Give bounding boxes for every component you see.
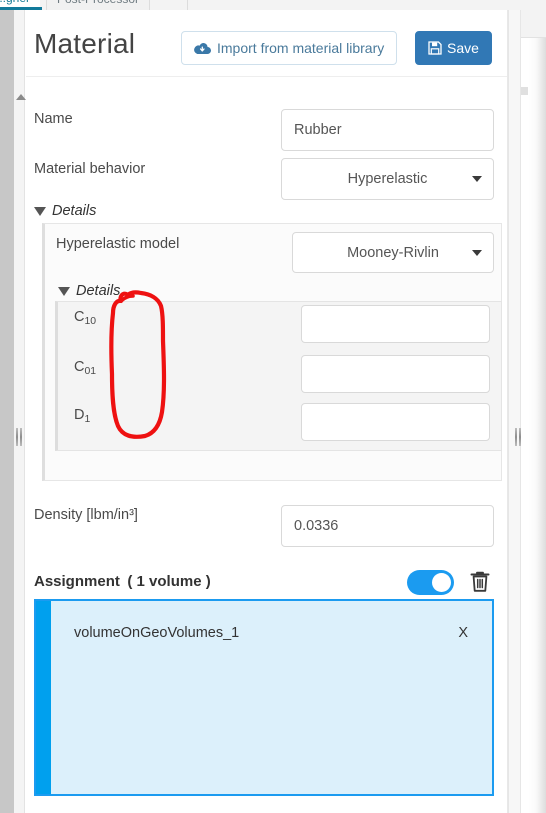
triangle-down-icon bbox=[34, 206, 46, 216]
right-panel-header bbox=[521, 10, 546, 38]
import-from-material-library-button[interactable]: Import from material library bbox=[181, 31, 398, 65]
details-disclosure-inner[interactable]: Details bbox=[58, 283, 120, 299]
c01-input[interactable] bbox=[301, 355, 490, 393]
triangle-down-icon bbox=[58, 286, 70, 296]
density-input[interactable] bbox=[281, 505, 494, 547]
page-title: Material bbox=[34, 28, 136, 59]
c01-symbol: C bbox=[74, 359, 85, 375]
tab-post-processor[interactable]: Post-Processor bbox=[46, 0, 151, 10]
right-panel-marker bbox=[521, 87, 528, 95]
toggle-knob bbox=[432, 573, 451, 592]
assignment-title: Assignment ( 1 volume ) bbox=[34, 573, 211, 590]
d1-label: D1 bbox=[74, 407, 90, 425]
cloud-download-icon bbox=[194, 42, 211, 55]
density-label: Density [lbm/in³] bbox=[34, 507, 138, 523]
material-panel: Material Import from material library Sa… bbox=[26, 10, 508, 813]
c10-symbol: C bbox=[74, 309, 85, 325]
assignment-item-label: volumeOnGeoVolumes_1 bbox=[74, 625, 240, 641]
remove-assignment-item-button[interactable]: X bbox=[458, 625, 468, 641]
tab-post-processor-label: Post-Processor bbox=[57, 0, 139, 6]
assignment-toggle[interactable] bbox=[407, 570, 454, 595]
assignment-list-box: volumeOnGeoVolumes_1 X bbox=[34, 599, 494, 796]
floppy-disk-icon bbox=[428, 41, 442, 55]
c10-subscript: 10 bbox=[84, 315, 97, 327]
right-side-panel bbox=[521, 10, 546, 813]
hyperelastic-model-select[interactable]: Mooney-Rivlin bbox=[292, 232, 494, 273]
c10-input[interactable] bbox=[301, 305, 490, 343]
c01-label: C01 bbox=[74, 359, 96, 377]
c10-label: C10 bbox=[74, 309, 96, 327]
d1-subscript: 1 bbox=[84, 413, 91, 425]
tab-strip: ...gner Post-Processor bbox=[0, 0, 546, 10]
trash-icon bbox=[468, 569, 492, 595]
chevron-down-icon bbox=[472, 249, 482, 256]
details-disclosure-outer[interactable]: Details bbox=[34, 203, 96, 219]
details-label-inner: Details bbox=[76, 283, 121, 299]
left-scroll-track[interactable] bbox=[14, 10, 26, 813]
d1-input[interactable] bbox=[301, 403, 490, 441]
material-behavior-value: Hyperelastic bbox=[347, 171, 428, 187]
tab-divider bbox=[187, 0, 188, 10]
name-label: Name bbox=[34, 111, 73, 127]
panel-header: Material Import from material library Sa… bbox=[26, 10, 507, 77]
right-scroll-track[interactable] bbox=[508, 10, 521, 813]
material-behavior-label: Material behavior bbox=[34, 161, 146, 177]
hyperelastic-model-value: Mooney-Rivlin bbox=[347, 244, 439, 261]
name-input[interactable] bbox=[281, 109, 494, 151]
material-behavior-select[interactable]: Hyperelastic bbox=[281, 158, 494, 200]
c01-subscript: 01 bbox=[84, 365, 97, 377]
import-button-label: Import from material library bbox=[217, 40, 385, 56]
save-button[interactable]: Save bbox=[415, 31, 492, 65]
save-button-label: Save bbox=[447, 40, 479, 56]
left-viewport-gutter bbox=[0, 10, 14, 813]
delete-assignment-button[interactable] bbox=[468, 569, 492, 595]
assignment-accent-bar bbox=[36, 601, 51, 794]
scroll-up-arrow-icon[interactable] bbox=[16, 94, 26, 100]
tab-designer-label: ...gner bbox=[0, 0, 30, 5]
chevron-down-icon bbox=[472, 176, 482, 182]
app-root: ...gner Post-Processor Material bbox=[0, 0, 546, 813]
hyperelastic-model-label: Hyperelastic model bbox=[56, 236, 180, 252]
right-panel-surface bbox=[521, 10, 546, 813]
left-splitter-handle[interactable] bbox=[15, 428, 24, 446]
details-label-outer: Details bbox=[52, 203, 97, 219]
d1-symbol: D bbox=[74, 407, 85, 423]
